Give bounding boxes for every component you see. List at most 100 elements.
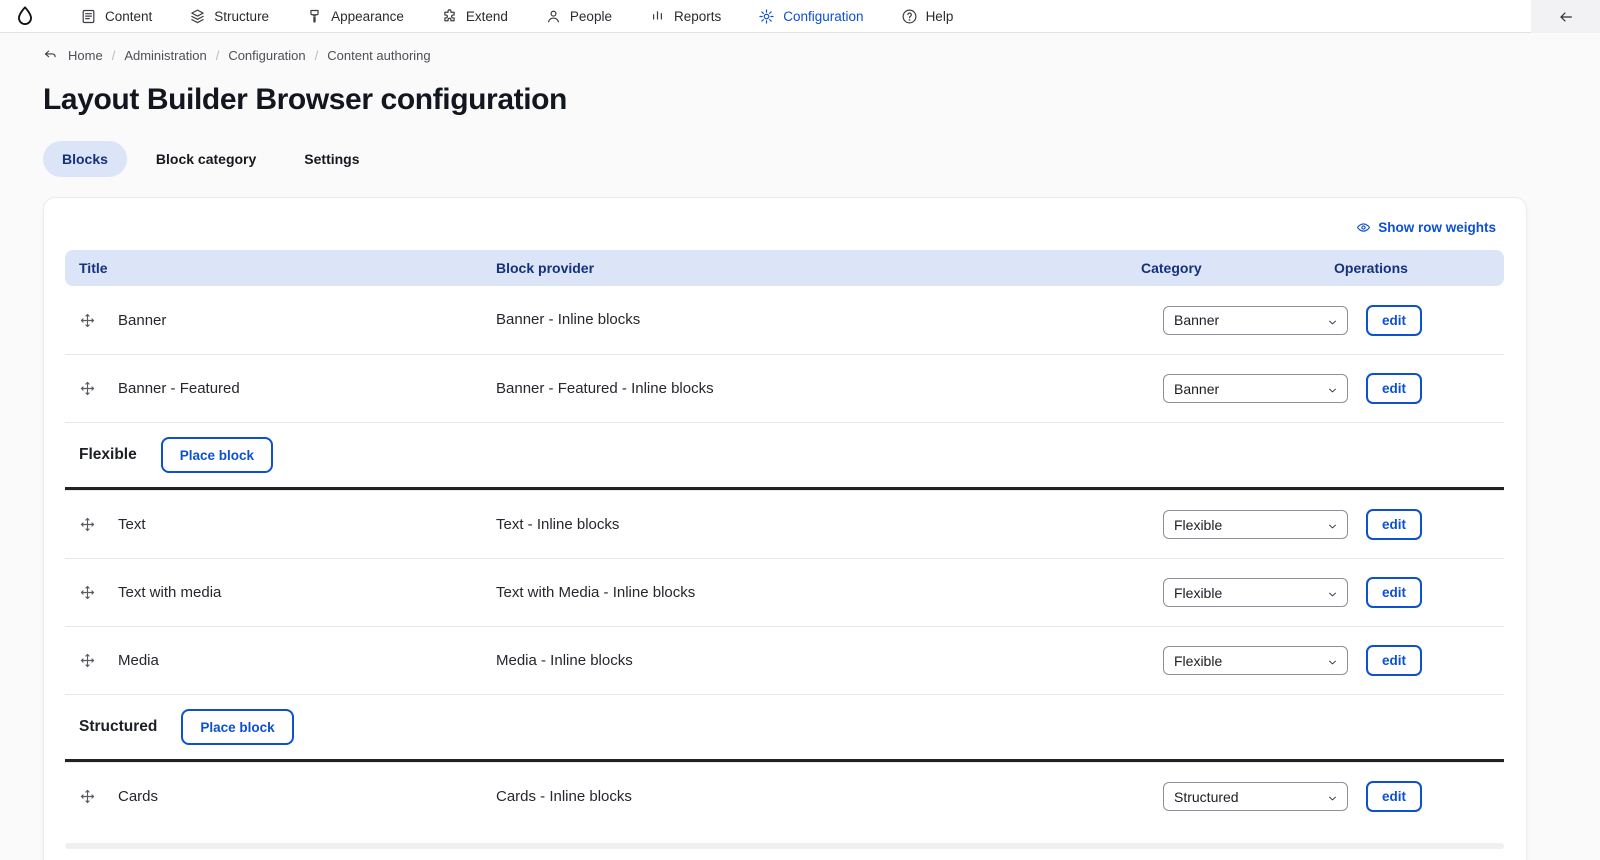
breadcrumb-item: Administration / <box>124 48 219 63</box>
category-select-wrap: Flexible <box>1163 578 1348 607</box>
section-cell: Structured Place block <box>65 709 1504 745</box>
title-cell: Banner <box>65 312 496 329</box>
operations-cell: Banner edit <box>1141 373 1504 404</box>
breadcrumb-link-content-authoring: Content authoring <box>327 47 431 63</box>
toolbar-item-label: People <box>569 8 612 24</box>
block-title: Banner - Featured <box>118 380 240 397</box>
breadcrumb-link-administration[interactable]: Administration <box>124 48 206 63</box>
section-title: Structured <box>79 718 158 735</box>
toolbar-item-label: Appearance <box>331 8 404 24</box>
return-icon <box>44 50 56 58</box>
block-title: Text <box>118 516 146 533</box>
drag-handle[interactable] <box>79 652 96 669</box>
toolbar-item-configuration[interactable]: Configuration <box>758 8 864 25</box>
category-select-wrap: Banner <box>1163 374 1348 403</box>
toolbar-item-appearance[interactable]: Appearance <box>306 8 404 25</box>
admin-toolbar: Content Structure Appearance Extend People Re… <box>0 0 1600 33</box>
drag-handle[interactable] <box>79 788 96 805</box>
column-header-category: Category <box>1141 260 1202 276</box>
blocks-table: Title Block provider Category Operations… <box>65 250 1504 849</box>
breadcrumb-separator: / <box>314 47 319 63</box>
edit-button[interactable]: edit <box>1366 781 1423 812</box>
block-provider: Media - Inline blocks <box>496 651 633 669</box>
category-select-wrap: Structured <box>1163 782 1348 811</box>
breadcrumb-list: Home / Administration / Configuration / Conten… <box>68 48 431 63</box>
toolbar-item-extend[interactable]: Extend <box>441 8 508 25</box>
tab-block-category[interactable]: Block category <box>137 141 275 177</box>
section-row-flexible: Flexible Place block <box>65 422 1504 490</box>
breadcrumb-separator: / <box>215 47 220 63</box>
toolbar-item-structure[interactable]: Structure <box>189 8 269 25</box>
move-icon <box>80 653 95 668</box>
title-cell: Banner - Featured <box>65 380 496 397</box>
tab-settings[interactable]: Settings <box>285 141 378 177</box>
block-row-media: Media Media - Inline blocks Flexible edit <box>65 626 1504 694</box>
title-cell: Media <box>65 652 496 669</box>
operations-cell: Flexible edit <box>1141 509 1504 540</box>
provider-cell: Media - Inline blocks <box>496 652 1141 670</box>
category-select-wrap: Flexible <box>1163 646 1348 675</box>
category-select[interactable]: Banner <box>1163 305 1348 335</box>
tab-blocks[interactable]: Blocks <box>43 141 127 178</box>
content-icon <box>82 9 95 23</box>
move-icon <box>80 789 95 804</box>
place-block-button[interactable]: Place block <box>160 437 274 473</box>
category-select[interactable]: Banner <box>1163 374 1348 403</box>
reports-icon <box>652 10 662 20</box>
toolbar-item-label: Reports <box>673 8 722 24</box>
toolbar-collapse-button[interactable] <box>1531 0 1600 33</box>
column-header-block-provider: Block provider <box>496 260 595 276</box>
edit-button[interactable]: edit <box>1366 373 1423 404</box>
drupal-logo[interactable] <box>14 5 36 27</box>
section-row-structured: Structured Place block <box>65 694 1504 762</box>
structure-icon <box>191 9 205 23</box>
breadcrumb-link-configuration[interactable]: Configuration <box>228 48 305 63</box>
drag-handle[interactable] <box>79 516 96 533</box>
appearance-icon <box>310 9 319 23</box>
next-row-divider <box>65 843 1504 849</box>
admin-menu: Content Structure Appearance Extend People Re… <box>80 8 953 25</box>
section-cell: Flexible Place block <box>65 437 1504 473</box>
eye-icon <box>1356 219 1371 235</box>
breadcrumb-item: Home / <box>68 48 115 63</box>
toolbar-item-content[interactable]: Content <box>80 8 152 25</box>
drag-handle[interactable] <box>79 584 96 601</box>
drag-handle[interactable] <box>79 380 96 397</box>
title-cell: Cards <box>65 788 496 805</box>
table-actions-row: Show row weights <box>44 198 1526 235</box>
provider-cell: Banner - Featured - Inline blocks <box>496 380 1141 398</box>
edit-button[interactable]: edit <box>1366 577 1423 608</box>
show-row-weights-link[interactable]: Show row weights <box>1356 219 1496 235</box>
toolbar-item-label: Content <box>105 8 153 24</box>
operations-cell: Flexible edit <box>1141 645 1504 676</box>
category-select[interactable]: Flexible <box>1163 510 1348 539</box>
toolbar-item-label: Structure <box>214 8 270 24</box>
move-icon <box>80 517 95 532</box>
category-select[interactable]: Flexible <box>1163 578 1348 607</box>
toolbar-item-people[interactable]: People <box>545 8 612 25</box>
toolbar-item-help[interactable]: Help <box>901 8 954 25</box>
block-row-banner: Banner Banner - Inline blocks Banner edit <box>65 286 1504 354</box>
operations-cell: Banner edit <box>1141 304 1504 336</box>
category-select[interactable]: Structured <box>1163 782 1348 811</box>
edit-button[interactable]: edit <box>1366 645 1423 676</box>
category-select[interactable]: Flexible <box>1163 646 1348 675</box>
column-header-title: Title <box>79 260 108 276</box>
drag-handle[interactable] <box>79 312 96 329</box>
edit-button[interactable]: edit <box>1366 509 1423 540</box>
breadcrumb-link-home[interactable]: Home <box>68 48 103 63</box>
place-block-button[interactable]: Place block <box>181 709 294 745</box>
block-provider: Text - Inline blocks <box>496 515 620 533</box>
category-select-wrap: Flexible <box>1163 510 1348 539</box>
block-title: Text with media <box>118 584 222 601</box>
block-title: Cards <box>118 788 159 805</box>
return-icon <box>43 47 58 63</box>
breadcrumb-separator: / <box>111 47 116 63</box>
title-cell: Text with media <box>65 584 496 601</box>
drupal-logo <box>18 6 32 25</box>
edit-button[interactable]: edit <box>1366 304 1423 336</box>
block-row-text: Text Text - Inline blocks Flexible edit <box>65 490 1504 558</box>
toolbar-item-label: Help <box>925 8 954 24</box>
provider-cell: Text - Inline blocks <box>496 516 1141 534</box>
toolbar-item-reports[interactable]: Reports <box>649 8 721 25</box>
